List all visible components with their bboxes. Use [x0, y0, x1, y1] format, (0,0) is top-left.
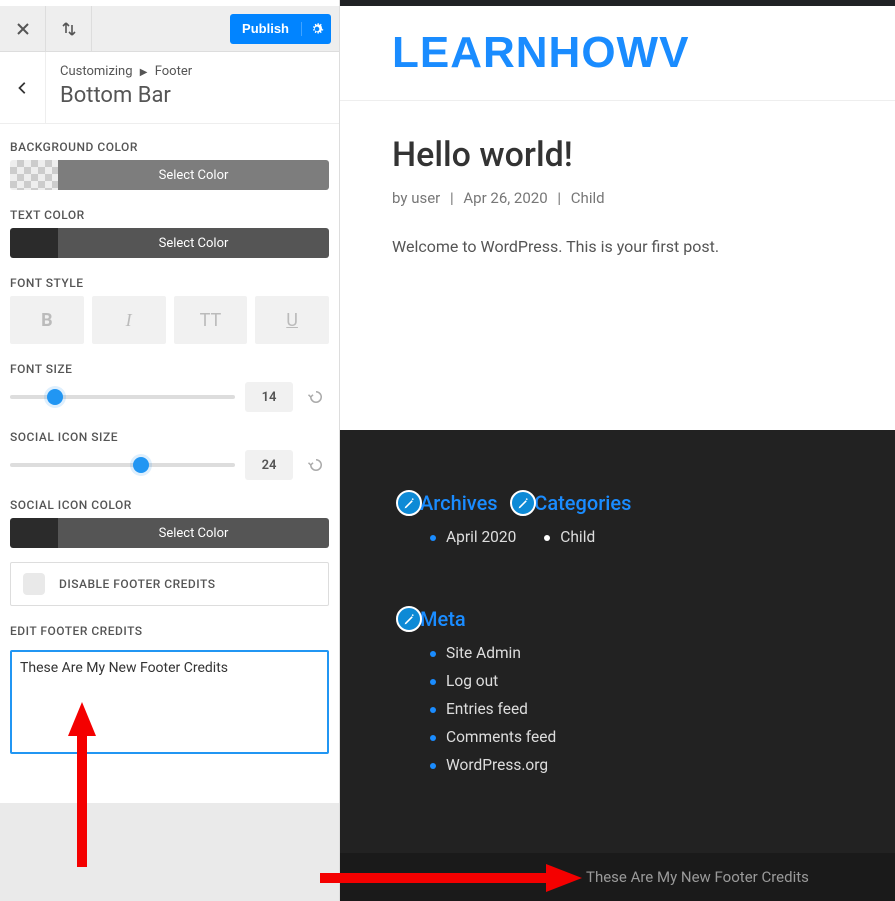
list-item[interactable]: Child: [544, 528, 631, 546]
breadcrumb-leaf: Footer: [155, 64, 192, 79]
edit-widget-button[interactable]: [396, 606, 422, 632]
meta-widget: Meta Site Admin Log out Entries feed Commen…: [396, 606, 556, 784]
bg-color-label: BACKGROUND COLOR: [10, 140, 329, 154]
chevron-right-icon: ▶: [140, 67, 148, 78]
text-color-label: TEXT COLOR: [10, 208, 329, 222]
list-item[interactable]: Entries feed: [430, 700, 556, 718]
edit-widget-button[interactable]: [396, 490, 422, 516]
social-size-label: SOCIAL ICON SIZE: [10, 430, 329, 444]
bg-select-color-button[interactable]: Select Color: [58, 160, 329, 190]
social-select-color-button[interactable]: Select Color: [58, 518, 329, 548]
social-color-swatch: [10, 518, 58, 548]
site-title[interactable]: LEARNHOWV: [340, 6, 895, 100]
text-color-control[interactable]: Select Color: [10, 228, 329, 258]
disable-credits-toggle[interactable]: DISABLE FOOTER CREDITS: [10, 562, 329, 606]
texttransform-button[interactable]: TT: [174, 296, 248, 344]
breadcrumb-root: Customizing: [60, 64, 133, 79]
bg-color-swatch: [10, 160, 58, 190]
footer-credits-input[interactable]: [10, 650, 329, 754]
site-footer: Archives April 2020 Categories Child Met…: [340, 430, 895, 901]
edit-widget-button[interactable]: [510, 490, 536, 516]
list-item[interactable]: Site Admin: [430, 644, 556, 662]
post-body: Welcome to WordPress. This is your first…: [392, 237, 895, 256]
publish-button[interactable]: Publish: [230, 14, 331, 44]
meta-category-link[interactable]: Child: [571, 189, 605, 207]
customizer-panel: Publish Customizing ▶ Footer Bottom Bar: [0, 0, 340, 901]
panel-footer-area: [0, 803, 339, 901]
list-item[interactable]: WordPress.org: [430, 756, 556, 774]
breadcrumb: Customizing ▶ Footer: [60, 64, 192, 79]
font-size-value[interactable]: 14: [245, 382, 293, 412]
back-button[interactable]: [0, 52, 46, 123]
font-style-group: B I TT U: [10, 296, 329, 344]
social-color-control[interactable]: Select Color: [10, 518, 329, 548]
checkbox-icon: [23, 573, 45, 595]
list-item[interactable]: Log out: [430, 672, 556, 690]
chevron-left-icon: [16, 81, 30, 95]
panel-title: Bottom Bar: [60, 83, 192, 108]
font-size-reset[interactable]: [303, 388, 329, 406]
social-color-label: SOCIAL ICON COLOR: [10, 498, 329, 512]
pencil-icon: [403, 613, 416, 626]
list-item[interactable]: Comments feed: [430, 728, 556, 746]
pencil-icon: [403, 497, 416, 510]
close-icon: [15, 21, 31, 37]
font-size-slider[interactable]: [10, 387, 235, 407]
close-button[interactable]: [0, 6, 46, 51]
panel-topbar: Publish: [0, 6, 339, 52]
text-select-color-button[interactable]: Select Color: [58, 228, 329, 258]
categories-widget: Categories Child: [510, 490, 631, 556]
footer-bottom-bar: These Are My New Footer Credits: [340, 853, 895, 901]
social-size-value[interactable]: 24: [245, 450, 293, 480]
bold-button[interactable]: B: [10, 296, 84, 344]
font-size-label: FONT SIZE: [10, 362, 329, 376]
post-block: Hello world! by user | Apr 26, 2020 | Ch…: [340, 101, 895, 256]
text-color-swatch: [10, 228, 58, 258]
post-title[interactable]: Hello world!: [392, 135, 895, 175]
edit-credits-label: EDIT FOOTER CREDITS: [10, 624, 329, 638]
meta-date: Apr 26, 2020: [463, 189, 547, 207]
swap-vert-icon: [61, 21, 77, 37]
meta-title: Meta: [420, 607, 466, 631]
panel-header: Customizing ▶ Footer Bottom Bar: [0, 52, 339, 124]
site-preview: LEARNHOWV Hello world! by user | Apr 26,…: [340, 6, 895, 901]
underline-button[interactable]: U: [255, 296, 329, 344]
social-size-reset[interactable]: [303, 456, 329, 474]
disable-credits-label: DISABLE FOOTER CREDITS: [59, 577, 215, 591]
social-size-slider[interactable]: [10, 455, 235, 475]
device-toggle-button[interactable]: [46, 6, 92, 51]
post-meta: by user | Apr 26, 2020 | Child: [392, 189, 895, 207]
controls-area: BACKGROUND COLOR Select Color TEXT COLOR…: [0, 124, 339, 803]
undo-icon: [307, 388, 325, 406]
publish-label: Publish: [230, 21, 301, 36]
undo-icon: [307, 456, 325, 474]
archives-title: Archives: [420, 491, 498, 515]
pencil-icon: [517, 497, 530, 510]
categories-title: Categories: [534, 491, 631, 515]
list-item[interactable]: April 2020: [430, 528, 516, 546]
font-style-label: FONT STYLE: [10, 276, 329, 290]
archives-widget: Archives April 2020: [396, 490, 516, 556]
meta-by: by: [392, 189, 407, 207]
bg-color-control[interactable]: Select Color: [10, 160, 329, 190]
meta-author-link[interactable]: user: [411, 189, 440, 207]
gear-icon[interactable]: [301, 22, 331, 36]
italic-button[interactable]: I: [92, 296, 166, 344]
footer-credits-output: These Are My New Footer Credits: [586, 868, 809, 886]
